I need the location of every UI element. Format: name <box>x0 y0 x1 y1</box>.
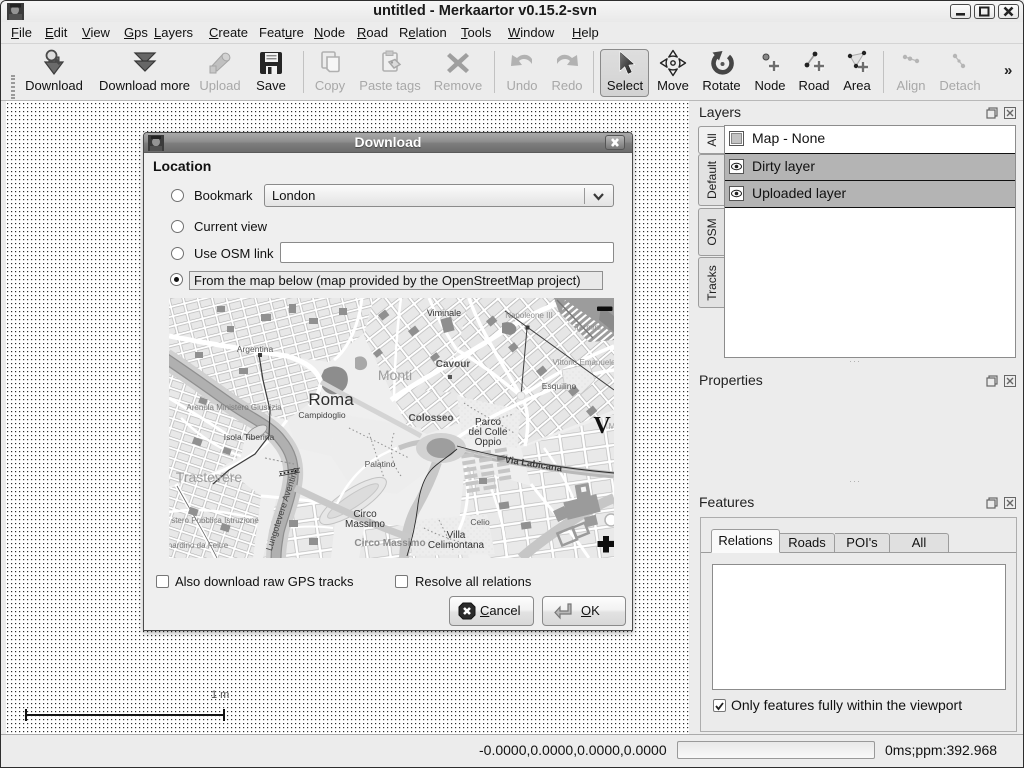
svg-text:Roma: Roma <box>308 390 354 409</box>
svg-text:Circo Massimo: Circo Massimo <box>354 538 425 549</box>
svg-text:Arenula Ministero Giustizia: Arenula Ministero Giustizia <box>186 403 282 412</box>
svg-text:Vittorio Emanuele: Vittorio Emanuele <box>553 358 615 367</box>
svg-text:Massimo: Massimo <box>345 519 385 530</box>
svg-text:Viminale: Viminale <box>427 308 461 318</box>
svg-text:Trastevere: Trastevere <box>176 469 243 485</box>
svg-text:Colosseo: Colosseo <box>408 413 453 424</box>
svg-text:Isola Tiberina: Isola Tiberina <box>224 432 275 442</box>
svg-text:Argentina: Argentina <box>237 344 274 354</box>
svg-text:Celio: Celio <box>470 517 490 527</box>
svg-text:Palatino: Palatino <box>365 459 396 469</box>
svg-text:Esquilino: Esquilino <box>542 381 577 391</box>
svg-text:Mz: Mz <box>609 422 614 431</box>
svg-text:Cavour: Cavour <box>436 359 471 370</box>
svg-text:Napoleone III: Napoleone III <box>505 311 553 320</box>
svg-text:Celimontana: Celimontana <box>428 540 485 551</box>
svg-text:Oppio: Oppio <box>475 437 502 448</box>
svg-text:stero Pubblica Istruzione: stero Pubblica Istruzione <box>171 516 259 525</box>
svg-text:Monti: Monti <box>378 367 412 383</box>
svg-text:Campidoglio: Campidoglio <box>298 410 346 420</box>
svg-text:hardino da Feltre: hardino da Feltre <box>169 541 229 550</box>
svg-text:Termini - La: Termini - La <box>575 323 614 332</box>
